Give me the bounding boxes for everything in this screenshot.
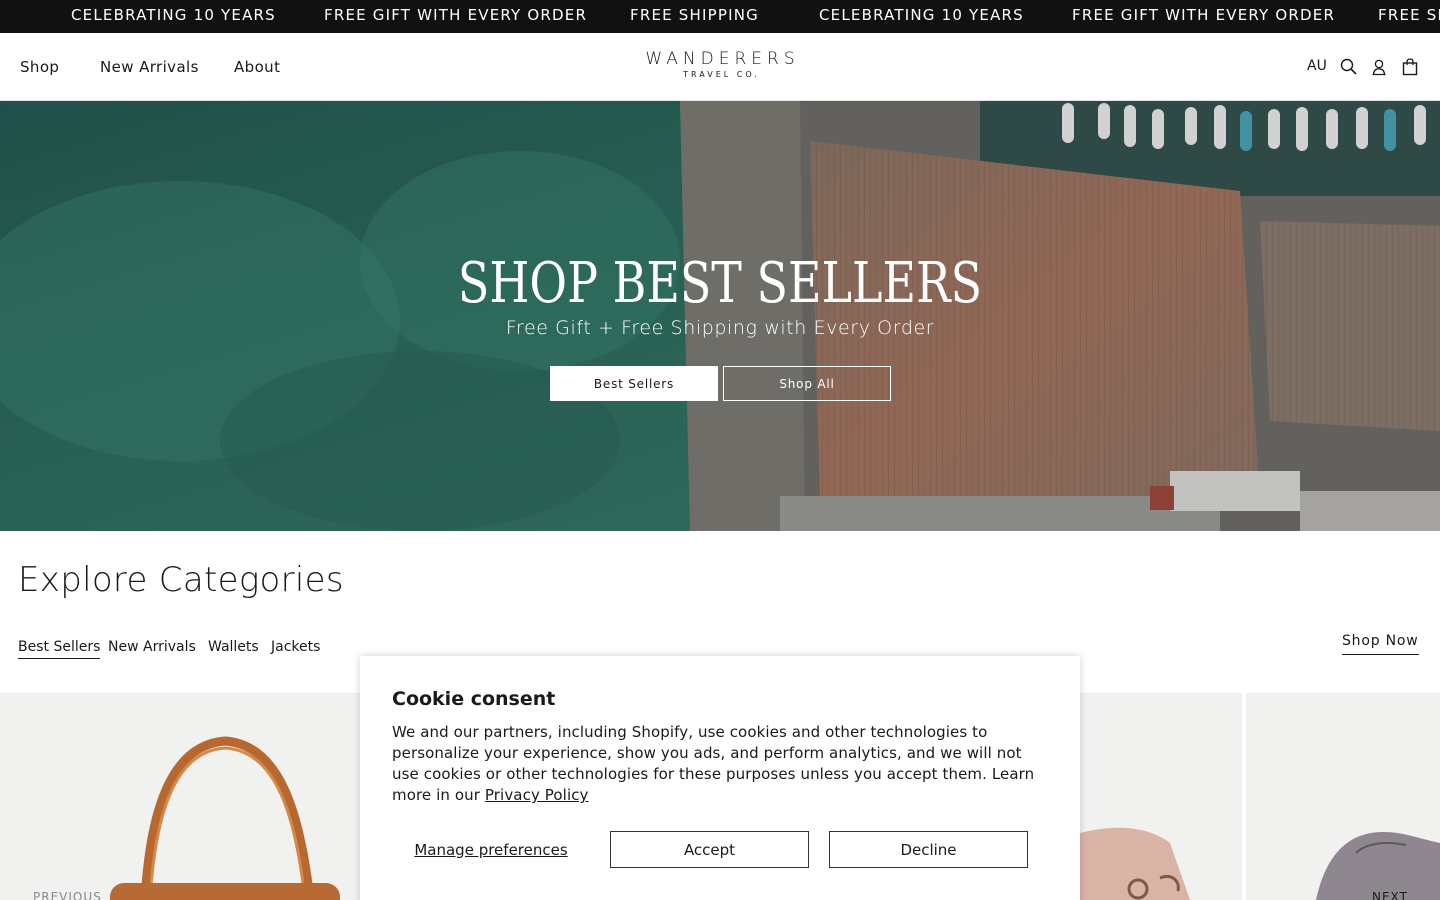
search-icon[interactable] <box>1339 57 1359 77</box>
product-card[interactable] <box>0 693 360 900</box>
decline-button[interactable]: Decline <box>829 831 1028 868</box>
hero-title: SHOP BEST SELLERS <box>457 251 983 316</box>
logo-tagline: TRAVEL CO. <box>683 70 760 79</box>
cookie-consent-dialog: Cookie consent We and our partners, incl… <box>360 656 1080 900</box>
cookie-message: We and our partners, including Shopify, … <box>392 722 1052 806</box>
shop-all-button[interactable]: Shop All <box>723 366 891 401</box>
section-title: Explore Categories <box>18 560 344 600</box>
nav-new-arrivals[interactable]: New Arrivals <box>100 58 199 76</box>
announcement-item: FREE GIFT WITH EVERY ORDER <box>1072 6 1336 24</box>
accept-button[interactable]: Accept <box>610 831 809 868</box>
manage-preferences-button[interactable]: Manage preferences <box>392 831 590 868</box>
announcement-item: CELEBRATING 10 YEARS <box>819 6 1024 24</box>
announcement-item: FREE GIFT WITH EVERY ORDER <box>324 6 588 24</box>
shop-now-link[interactable]: Shop Now <box>1342 633 1419 655</box>
tab-wallets[interactable]: Wallets <box>208 639 259 658</box>
privacy-policy-link[interactable]: Privacy Policy <box>485 786 589 804</box>
product-image-jacket <box>1316 832 1440 900</box>
locale-selector[interactable]: AU <box>1307 58 1327 74</box>
announcement-bar: CELEBRATING 10 YEARS FREE GIFT WITH EVER… <box>0 0 1440 33</box>
logo-wordmark: WANDERERS <box>645 49 800 69</box>
cookie-title: Cookie consent <box>392 688 556 710</box>
announcement-item: FREE SH <box>1378 6 1440 24</box>
cart-icon[interactable] <box>1400 57 1420 77</box>
site-logo[interactable]: WANDERERS TRAVEL CO. <box>620 49 820 79</box>
product-image-leather-bag <box>110 736 340 900</box>
carousel-previous[interactable]: PREVIOUS <box>33 890 102 900</box>
product-card[interactable] <box>1246 693 1440 900</box>
carousel-next[interactable]: NEXT <box>1372 890 1408 900</box>
tab-new-arrivals[interactable]: New Arrivals <box>108 639 196 658</box>
nav-shop[interactable]: Shop <box>20 58 59 76</box>
best-sellers-button[interactable]: Best Sellers <box>550 366 718 401</box>
product-card[interactable] <box>1080 693 1242 900</box>
account-icon[interactable] <box>1369 57 1389 77</box>
announcement-item: CELEBRATING 10 YEARS <box>71 6 276 24</box>
tab-best-sellers[interactable]: Best Sellers <box>18 639 101 659</box>
hero-aerial-image <box>0 101 1440 531</box>
hero-banner: SHOP BEST SELLERS Free Gift + Free Shipp… <box>0 101 1440 531</box>
announcement-item: FREE SHIPPING <box>630 6 759 24</box>
hero-subtitle: Free Gift + Free Shipping with Every Ord… <box>505 317 935 339</box>
site-header: Shop New Arrivals About WANDERERS TRAVEL… <box>0 33 1440 101</box>
nav-about[interactable]: About <box>234 58 280 76</box>
tab-jackets[interactable]: Jackets <box>271 639 320 658</box>
product-image-pink-bag <box>1080 827 1190 900</box>
